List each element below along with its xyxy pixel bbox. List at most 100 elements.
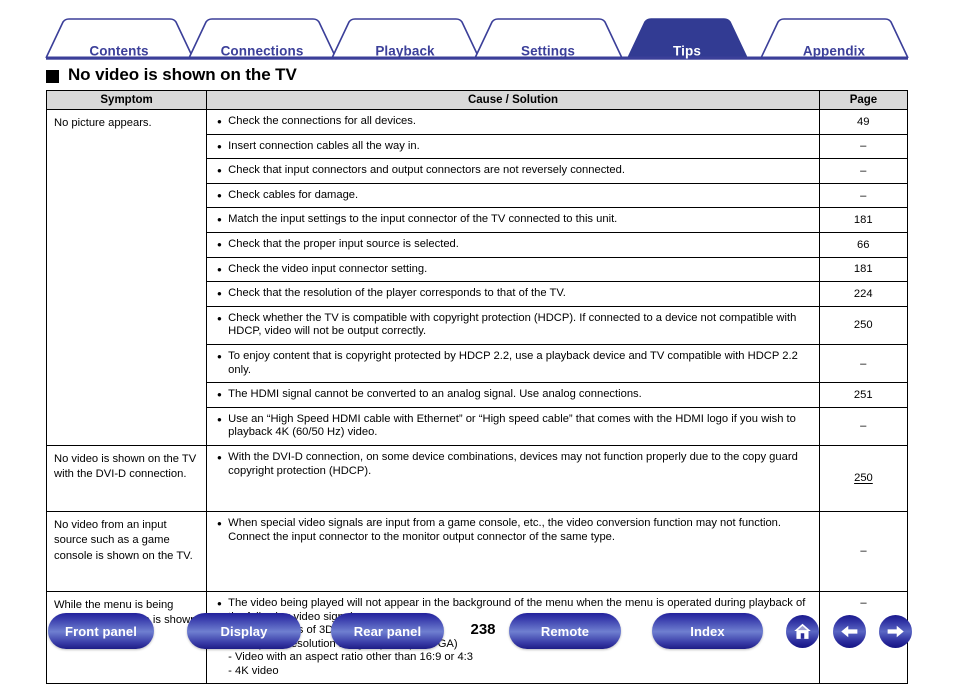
cause-cell: • Check that the proper input source is … xyxy=(207,232,820,258)
tab-connections[interactable]: Connections xyxy=(221,44,304,59)
cause-cell: • Check the connections for all devices. xyxy=(207,110,820,135)
list-item: • Match the input settings to the input … xyxy=(207,207,907,233)
bullet-icon: • xyxy=(217,138,222,154)
page-cell[interactable]: 224 xyxy=(819,281,907,307)
cause-text: Use an “High Speed HDMI cable with Ether… xyxy=(228,412,796,439)
cause-cell: • Insert connection cables all the way i… xyxy=(207,134,820,160)
table-header-row: Symptom Cause / Solution Page xyxy=(45,90,909,110)
column-header-cause: Cause / Solution xyxy=(206,90,820,110)
rear-panel-button[interactable]: Rear panel xyxy=(331,613,444,649)
page-cell[interactable]: 66 xyxy=(819,232,907,258)
table-row: No video is shown on the TV with the DVI… xyxy=(45,444,909,512)
list-item: • Check whether the TV is compatible wit… xyxy=(207,306,907,345)
cause-text: Check the video input connector setting. xyxy=(228,262,428,275)
list-item: • Check that the proper input source is … xyxy=(207,232,907,258)
bullet-icon: • xyxy=(217,261,222,277)
cause-text: Check that the resolution of the player … xyxy=(228,287,566,300)
page-link[interactable]: 66 xyxy=(857,239,869,251)
cause-text: Check whether the TV is compatible with … xyxy=(228,311,797,338)
square-bullet-icon xyxy=(46,69,59,83)
bullet-icon: • xyxy=(217,348,222,364)
page-link[interactable]: 251 xyxy=(854,389,873,401)
list-item: • Check cables for damage. – xyxy=(207,183,907,209)
page-link[interactable]: 250 xyxy=(854,472,873,484)
tab-bar: Contents Connections Playback Settings T… xyxy=(0,18,954,60)
list-item: • Check that the resolution of the playe… xyxy=(207,281,907,307)
page-cell: – xyxy=(818,510,909,592)
cause-cell: • Check that input connectors and output… xyxy=(207,158,820,184)
bullet-icon: • xyxy=(217,449,222,465)
page-cell[interactable]: 251 xyxy=(819,382,907,408)
page-cell[interactable]: 250 xyxy=(818,444,909,512)
tab-settings[interactable]: Settings xyxy=(521,44,575,59)
list-item: • Check the video input connector settin… xyxy=(207,257,907,283)
list-item: • Use an “High Speed HDMI cable with Eth… xyxy=(207,407,907,445)
page-cell[interactable]: 181 xyxy=(819,257,907,283)
cause-text: Check that input connectors and output c… xyxy=(228,164,625,177)
cause-text: Check cables for damage. xyxy=(228,188,359,201)
bullet-icon: • xyxy=(217,212,222,228)
tab-playback[interactable]: Playback xyxy=(375,44,434,59)
page-title: No video is shown on the TV xyxy=(46,65,297,85)
troubleshooting-table: Symptom Cause / Solution Page No picture… xyxy=(45,90,909,684)
cause-cell: • To enjoy content that is copyright pro… xyxy=(207,344,820,384)
cause-cell: • Check cables for damage. xyxy=(207,183,820,209)
cause-cell: • Check the video input connector settin… xyxy=(207,257,820,283)
page-cell[interactable]: 49 xyxy=(819,110,907,135)
page-title-text: No video is shown on the TV xyxy=(68,65,297,84)
page-value: – xyxy=(860,596,867,609)
tab-appendix[interactable]: Appendix xyxy=(803,44,865,59)
cause-cell: • With the DVI-D connection, on some dev… xyxy=(206,444,820,512)
table-row: No video from an input source such as a … xyxy=(45,510,909,592)
cause-cell: • Match the input settings to the input … xyxy=(207,207,820,233)
next-button[interactable] xyxy=(879,615,912,648)
index-button[interactable]: Index xyxy=(652,613,763,649)
symptom-cell: No video is shown on the TV with the DVI… xyxy=(45,444,208,512)
page-value: – xyxy=(860,420,867,433)
symptom-cell: No video from an input source such as a … xyxy=(45,510,208,592)
bullet-icon: • xyxy=(217,236,222,252)
cause-text: Insert connection cables all the way in. xyxy=(228,139,420,152)
list-item: • To enjoy content that is copyright pro… xyxy=(207,344,907,384)
page-value: – xyxy=(860,545,867,558)
cause-subline: - 4K video xyxy=(228,664,279,677)
page-link[interactable]: 250 xyxy=(854,319,873,331)
cause-text: To enjoy content that is copyright prote… xyxy=(228,349,798,376)
bullet-icon: • xyxy=(217,387,222,403)
front-panel-button[interactable]: Front panel xyxy=(48,613,154,649)
tab-baseline xyxy=(46,56,908,60)
tab-contents[interactable]: Contents xyxy=(89,44,148,59)
cause-cell: • The HDMI signal cannot be converted to… xyxy=(207,382,820,408)
page-cell[interactable]: 181 xyxy=(819,207,907,233)
page-cell[interactable]: 250 xyxy=(819,306,907,345)
cause-cell: • Check whether the TV is compatible wit… xyxy=(207,306,820,345)
remote-button[interactable]: Remote xyxy=(509,613,621,649)
page-value: – xyxy=(860,189,867,202)
bullet-icon: • xyxy=(217,187,222,203)
page-cell: – xyxy=(819,407,907,445)
page-cell: – xyxy=(819,158,907,184)
display-button[interactable]: Display xyxy=(187,613,301,649)
page-link[interactable]: 181 xyxy=(854,214,873,226)
page-value: – xyxy=(860,164,867,177)
table-row: No picture appears. • Check the connecti… xyxy=(45,109,908,446)
bullet-icon: • xyxy=(217,310,222,326)
previous-button[interactable] xyxy=(833,615,866,648)
cause-cell: • Use an “High Speed HDMI cable with Eth… xyxy=(207,407,820,445)
bullet-icon: • xyxy=(217,515,222,531)
bullet-icon: • xyxy=(217,286,222,302)
page-link[interactable]: 181 xyxy=(854,263,873,275)
list-item: • Check that input connectors and output… xyxy=(207,158,907,184)
page-link[interactable]: 224 xyxy=(854,288,873,300)
tab-tips[interactable]: Tips xyxy=(673,44,701,59)
home-button[interactable] xyxy=(786,615,819,648)
list-item: • The HDMI signal cannot be converted to… xyxy=(207,382,907,408)
column-header-symptom: Symptom xyxy=(45,90,208,110)
page-link[interactable]: 49 xyxy=(857,116,869,128)
bullet-icon: • xyxy=(217,163,222,179)
cause-page-group: • Check the connections for all devices.… xyxy=(206,109,908,446)
cause-text: With the DVI-D connection, on some devic… xyxy=(228,450,798,477)
cause-cell: • Check that the resolution of the playe… xyxy=(207,281,820,307)
cause-text: Check the connections for all devices. xyxy=(228,115,416,127)
cause-text: Check that the proper input source is se… xyxy=(228,237,459,250)
